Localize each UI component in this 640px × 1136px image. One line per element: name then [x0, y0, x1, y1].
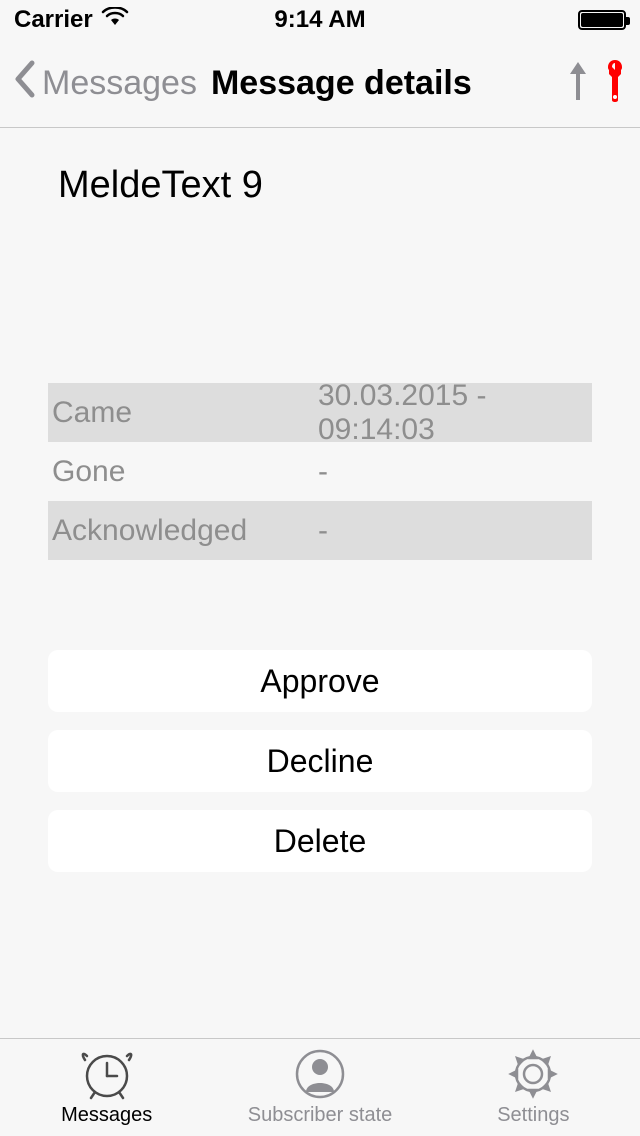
nav-bar: Messages Message details	[0, 40, 640, 128]
tab-subscriber-state[interactable]: Subscriber state	[213, 1039, 426, 1136]
delete-button[interactable]: Delete	[48, 810, 592, 872]
tab-bar: Messages Subscriber state	[0, 1038, 640, 1136]
tab-messages[interactable]: Messages	[0, 1039, 213, 1136]
tab-label: Messages	[61, 1104, 152, 1127]
info-label: Gone	[48, 455, 318, 489]
tab-label: Settings	[497, 1104, 569, 1127]
arrow-up-icon[interactable]	[568, 60, 588, 107]
back-label: Messages	[42, 64, 197, 103]
info-row-acknowledged: Acknowledged -	[48, 501, 592, 560]
info-value: 30.03.2015 - 09:14:03	[318, 379, 592, 447]
approve-button[interactable]: Approve	[48, 650, 592, 712]
info-value: -	[318, 514, 592, 548]
action-buttons: Approve Decline Delete	[0, 650, 640, 872]
info-row-came: Came 30.03.2015 - 09:14:03	[48, 383, 592, 442]
tab-label: Subscriber state	[248, 1104, 393, 1127]
info-label: Acknowledged	[48, 514, 318, 548]
clock-label: 9:14 AM	[274, 6, 365, 33]
gear-icon	[507, 1048, 559, 1100]
content-area: MeldeText 9 Came 30.03.2015 - 09:14:03 G…	[0, 128, 640, 872]
decline-button[interactable]: Decline	[48, 730, 592, 792]
clock-alarm-icon	[77, 1048, 137, 1100]
info-value: -	[318, 455, 592, 489]
page-title: Message details	[211, 64, 472, 103]
message-title: MeldeText 9	[0, 128, 640, 207]
info-row-gone: Gone -	[48, 442, 592, 501]
back-button[interactable]: Messages	[10, 59, 197, 108]
wrench-icon[interactable]	[604, 60, 626, 107]
chevron-left-icon	[12, 59, 36, 108]
info-label: Came	[48, 396, 318, 430]
status-bar: Carrier 9:14 AM	[0, 0, 640, 40]
info-table: Came 30.03.2015 - 09:14:03 Gone - Acknow…	[0, 383, 640, 560]
person-icon	[294, 1048, 346, 1100]
battery-icon	[578, 10, 626, 30]
tab-settings[interactable]: Settings	[427, 1039, 640, 1136]
